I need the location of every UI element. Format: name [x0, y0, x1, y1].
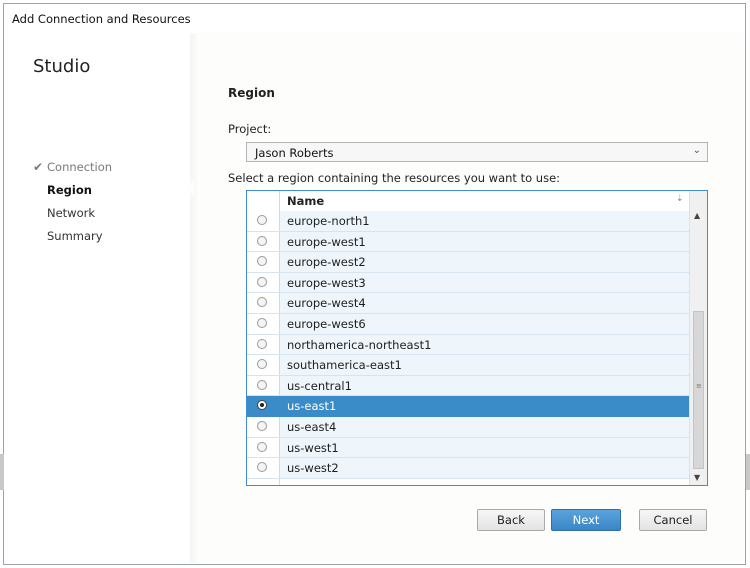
region-radio[interactable]: [257, 379, 267, 390]
region-name: europe-west3: [287, 275, 366, 290]
row-select-cell: [247, 272, 280, 293]
region-radio[interactable]: [257, 420, 267, 431]
region-row[interactable]: us-west2: [247, 458, 689, 479]
title-bar: Add Connection and Resources: [4, 4, 745, 34]
row-select-cell: [247, 334, 280, 355]
scroll-up-icon[interactable]: ▲: [694, 211, 700, 220]
region-name: northamerica-northeast1: [287, 337, 432, 352]
project-label: Project:: [228, 122, 272, 136]
region-name: europe-west4: [287, 296, 366, 311]
region-name: us-east1: [287, 399, 337, 414]
nav-item-network: Network: [47, 206, 96, 220]
region-radio[interactable]: [257, 256, 267, 267]
nav-item-summary: Summary: [47, 229, 103, 243]
row-select-cell: [247, 355, 280, 375]
region-row[interactable]: europe-west6: [247, 313, 689, 335]
row-select-cell: [247, 396, 280, 416]
row-select-cell: [247, 416, 280, 437]
region-name: us-west2: [287, 461, 339, 476]
project-value: Jason Roberts: [255, 146, 334, 160]
region-radio[interactable]: [257, 297, 267, 308]
region-row[interactable]: us-east1: [247, 396, 689, 417]
row-select-cell: [247, 293, 280, 313]
scroll-down-icon[interactable]: ▼: [694, 473, 700, 482]
nav-item-region[interactable]: Region: [47, 183, 92, 197]
vertical-scrollbar[interactable]: ▲ ≡ ▼: [689, 191, 707, 485]
row-select-cell: [247, 252, 280, 272]
chevron-down-icon[interactable]: ⌄: [693, 145, 701, 156]
region-row[interactable]: us-central1: [247, 375, 689, 397]
nav-heading: Studio: [33, 56, 91, 77]
back-button[interactable]: Back: [477, 509, 545, 531]
empty-row: [247, 478, 689, 485]
window-title: Add Connection and Resources: [12, 12, 191, 26]
region-radio[interactable]: [257, 338, 267, 349]
region-instruction: Select a region containing the resources…: [228, 171, 561, 185]
column-header-name[interactable]: Name: [287, 194, 324, 208]
region-row[interactable]: europe-west4: [247, 293, 689, 314]
row-select-cell: [247, 211, 280, 231]
region-name: europe-west6: [287, 316, 366, 331]
region-row[interactable]: europe-west2: [247, 252, 689, 273]
region-row[interactable]: europe-west3: [247, 272, 689, 294]
region-name: us-central1: [287, 378, 352, 393]
region-radio[interactable]: [257, 276, 267, 287]
region-radio[interactable]: [257, 359, 267, 370]
sort-arrow-icon[interactable]: ⇣: [676, 194, 684, 204]
grip-icon: ≡: [696, 382, 702, 390]
header-select-column: [247, 191, 280, 211]
nav-divider: [190, 33, 200, 563]
region-radio[interactable]: [257, 317, 267, 328]
region-name: europe-west1: [287, 234, 366, 249]
nav-item-connection[interactable]: Connection: [47, 160, 112, 174]
wizard-nav: [4, 33, 194, 563]
cancel-button[interactable]: Cancel: [639, 509, 707, 531]
grid-header: Name ⇣: [247, 191, 689, 212]
region-name: europe-north1: [287, 214, 370, 228]
row-select-cell: [247, 375, 280, 396]
row-select-cell: [247, 231, 280, 252]
region-name: europe-west2: [287, 255, 366, 270]
region-radio[interactable]: [257, 441, 267, 452]
region-row[interactable]: us-west1: [247, 437, 689, 459]
checkmark-icon: ✔: [33, 160, 44, 174]
region-list: europe-north1 europe-west1 europe-west2 eur…: [247, 211, 689, 485]
next-button[interactable]: Next: [551, 509, 621, 531]
region-row[interactable]: us-east4: [247, 416, 689, 438]
region-row[interactable]: northamerica-northeast1: [247, 334, 689, 356]
region-name: us-west1: [287, 440, 339, 455]
row-select-cell: [247, 458, 280, 478]
row-select-cell: [247, 478, 280, 485]
page-title: Region: [228, 86, 275, 100]
region-radio[interactable]: [257, 462, 267, 473]
scroll-thumb[interactable]: ≡: [693, 311, 704, 469]
background-edge: [746, 454, 750, 490]
active-step-pointer: [186, 180, 194, 196]
region-radio[interactable]: [257, 215, 267, 225]
region-name: southamerica-east1: [287, 358, 402, 373]
region-name: us-east4: [287, 419, 337, 434]
region-row[interactable]: europe-west1: [247, 231, 689, 253]
row-select-cell: [247, 313, 280, 334]
region-grid: Name ⇣ europe-north1 europe-west1 europe-w…: [246, 190, 708, 486]
row-select-cell: [247, 437, 280, 458]
region-radio[interactable]: [257, 400, 267, 411]
region-radio[interactable]: [257, 235, 267, 246]
project-dropdown[interactable]: Jason Roberts ⌄: [246, 142, 708, 162]
region-row[interactable]: southamerica-east1: [247, 355, 689, 376]
region-row[interactable]: europe-north1: [247, 211, 689, 232]
